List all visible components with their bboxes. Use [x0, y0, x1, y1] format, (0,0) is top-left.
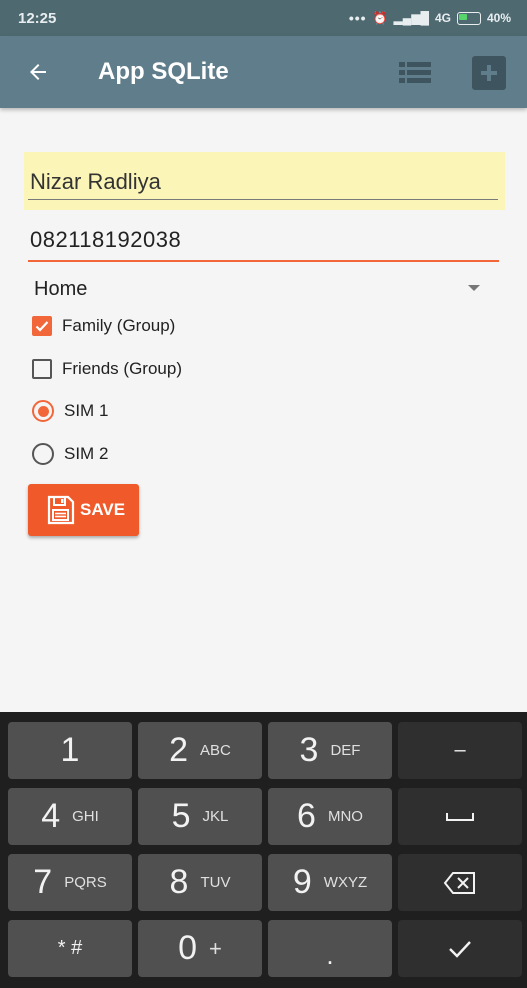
status-bar: 12:25 ••• ⏰ ▂▄▆█ 4G 40%: [0, 0, 527, 36]
key-digit: 4: [41, 797, 61, 835]
key-digit: 7: [33, 863, 53, 901]
list-icon: [399, 62, 431, 83]
battery-percent: 40%: [486, 11, 511, 25]
key-digit: 5: [171, 797, 191, 835]
checkbox-label: Family (Group): [62, 316, 176, 335]
dropdown-caret-icon: [468, 285, 480, 291]
radio-unselected-icon: [32, 443, 54, 465]
select-value: Home: [34, 278, 88, 300]
arrow-left-icon: [30, 64, 46, 80]
key-period-label: .: [326, 940, 334, 970]
radio-sim1[interactable]: SIM 1: [32, 396, 108, 426]
key-4[interactable]: 4 GHI: [8, 788, 132, 845]
battery-icon: [456, 11, 481, 25]
backspace-icon: [443, 871, 475, 894]
alarm-icon: ⏰: [372, 11, 388, 25]
key-9[interactable]: 9 WXYZ: [268, 854, 392, 911]
key-digit: 9: [292, 863, 312, 901]
app-title: App SQLite: [98, 58, 229, 85]
key-digit: 6: [297, 797, 316, 835]
plus-icon: [481, 65, 497, 81]
checkbox-label: Friends (Group): [62, 359, 182, 378]
numeric-keyboard: 1 2 ABC 3 DEF – 4 GHI 5 JKL 6 MNO 7 PQRS…: [0, 712, 527, 988]
key-5[interactable]: 5 JKL: [138, 788, 262, 845]
checkmark-icon: [449, 940, 471, 958]
radio-selected-icon: [32, 400, 54, 422]
checkbox-friends[interactable]: Friends (Group): [32, 354, 182, 384]
key-period[interactable]: .: [268, 920, 392, 977]
key-digit: 3: [299, 731, 319, 769]
key-done[interactable]: [398, 920, 522, 977]
key-plus: +: [209, 935, 222, 961]
key-digit: 2: [169, 731, 189, 769]
key-letters: TUV: [200, 874, 231, 891]
status-time: 12:25: [18, 9, 57, 27]
key-3[interactable]: 3 DEF: [268, 722, 392, 779]
save-button[interactable]: SAVE: [28, 484, 139, 536]
key-letters: DEF: [330, 742, 361, 759]
key-8[interactable]: 8 TUV: [138, 854, 262, 911]
key-1[interactable]: 1: [8, 722, 132, 779]
key-0[interactable]: 0 +: [138, 920, 262, 977]
key-7[interactable]: 7 PQRS: [8, 854, 132, 911]
radio-label: SIM 2: [64, 444, 109, 463]
key-space[interactable]: [398, 788, 522, 845]
radio-sim2[interactable]: SIM 2: [32, 439, 108, 469]
checkbox-unchecked-icon: [32, 359, 52, 379]
radio-dot: [37, 405, 49, 417]
key-letters: ABC: [200, 742, 231, 759]
phone-input[interactable]: [28, 224, 499, 262]
name-field-container: [24, 152, 505, 210]
key-star-hash[interactable]: * #: [8, 920, 132, 977]
signal-icon: ▂▄▆█: [393, 11, 429, 25]
back-button[interactable]: [22, 56, 54, 88]
checkbox-family[interactable]: Family (Group): [32, 311, 175, 341]
key-2[interactable]: 2 ABC: [138, 722, 262, 779]
key-minus[interactable]: –: [398, 722, 522, 779]
add-button[interactable]: [472, 56, 506, 90]
status-icons: ••• ⏰ ▂▄▆█ 4G 40%: [349, 10, 511, 26]
save-button-label: SAVE: [80, 500, 126, 519]
key-backspace[interactable]: [398, 854, 522, 911]
app-bar: App SQLite: [0, 36, 527, 108]
list-button[interactable]: [397, 56, 433, 88]
key-letters: PQRS: [64, 874, 107, 891]
phone-type-select[interactable]: Home: [28, 272, 496, 306]
key-letters: WXYZ: [323, 874, 368, 891]
key-symbols: * #: [57, 937, 83, 959]
notification-dots-icon: •••: [348, 10, 367, 26]
key-letters: MNO: [327, 808, 363, 825]
name-input[interactable]: [28, 166, 498, 200]
checkbox-checked-icon: [32, 316, 52, 336]
key-6[interactable]: 6 MNO: [268, 788, 392, 845]
minus-icon: –: [454, 739, 466, 761]
key-digit: 8: [169, 863, 189, 901]
key-digit: 0: [178, 929, 198, 967]
key-digit: 1: [60, 731, 80, 769]
key-letters: GHI: [72, 808, 99, 825]
radio-label: SIM 1: [64, 401, 109, 420]
floppy-disk-icon: [47, 495, 75, 525]
space-icon: [446, 812, 474, 821]
key-letters: JKL: [202, 808, 229, 825]
network-type: 4G: [434, 11, 451, 25]
